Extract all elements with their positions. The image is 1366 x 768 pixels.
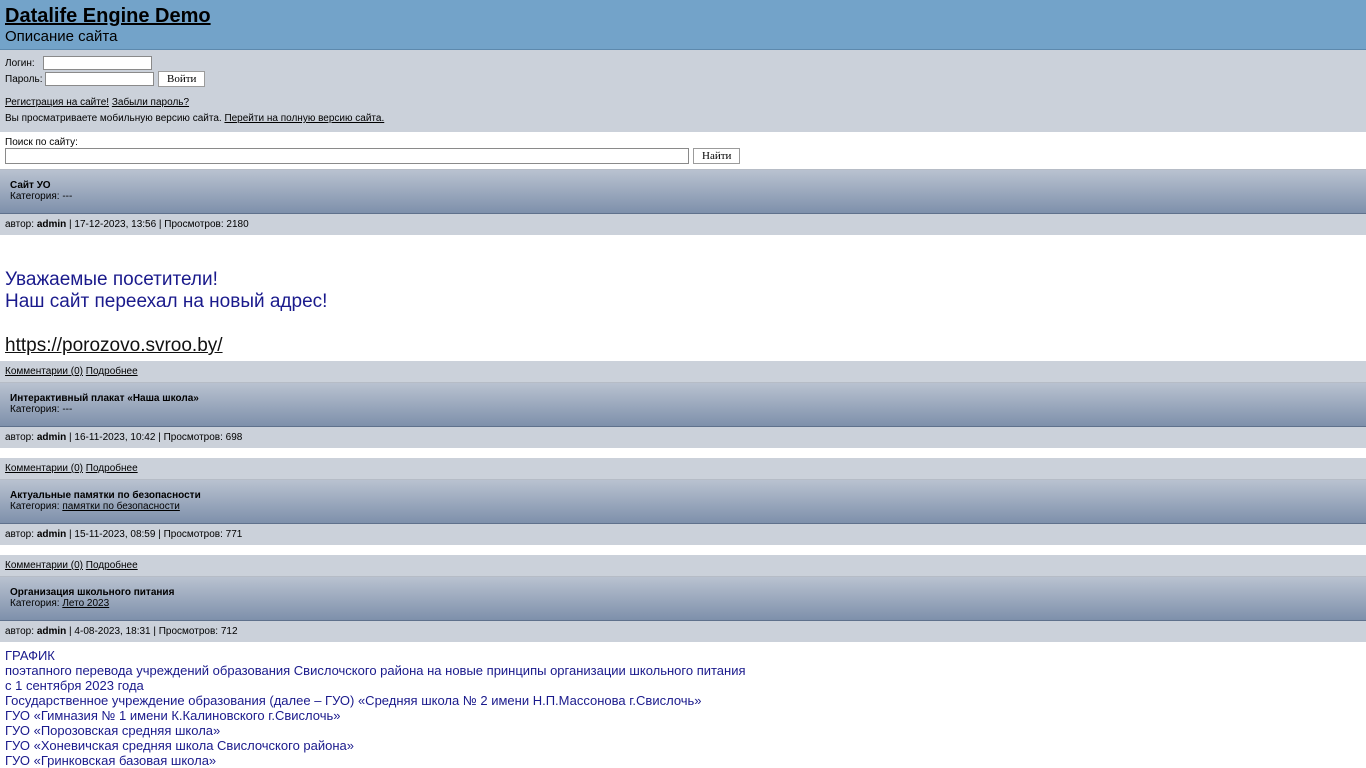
post-title: Организация школьного питания xyxy=(10,587,175,598)
search-button[interactable]: Найти xyxy=(693,148,741,164)
post-title-bar: Организация школьного питания Категория:… xyxy=(0,577,1366,621)
search-label: Поиск по сайту: xyxy=(5,137,78,148)
post-title-bar: Актуальные памятки по безопасности Катег… xyxy=(0,480,1366,524)
post-footer: Комментарии (0) Подробнее xyxy=(0,555,1366,577)
post-body-line: ГУО «Гимназия № 1 имени К.Калиновского г… xyxy=(5,708,341,723)
site-title-link[interactable]: Datalife Engine Demo xyxy=(5,4,211,28)
post-meta: автор: admin | 16-11-2023, 10:42 | Просм… xyxy=(0,427,1366,448)
post-category: Категория: --- xyxy=(10,192,1356,202)
category-value: --- xyxy=(62,191,73,202)
post-body-line: Наш сайт переехал на новый адрес! xyxy=(5,291,328,312)
mobile-version-note: Вы просматриваете мобильную версию сайта… xyxy=(5,110,1361,128)
forgot-password-link[interactable]: Забыли пароль? xyxy=(112,97,189,108)
post-title: Актуальные памятки по безопасности xyxy=(10,490,201,501)
post-body-line: с 1 сентября 2023 года xyxy=(5,678,144,693)
full-version-link[interactable]: Перейти на полную версию сайта. xyxy=(224,113,384,124)
comments-link[interactable]: Комментарии (0) xyxy=(5,463,83,474)
author-name: admin xyxy=(36,529,67,540)
post-body-line: Государственное учреждение образования (… xyxy=(5,693,702,708)
post-title: Сайт УО xyxy=(10,180,51,191)
post-body: Уважаемые посетители! Наш сайт переехал … xyxy=(0,235,1366,361)
category-prefix: Категория: xyxy=(10,501,60,512)
post-category: Категория: Лето 2023 xyxy=(10,599,1356,609)
post-body: ГРАФИК поэтапного перевода учреждений об… xyxy=(0,642,1366,768)
category-value: --- xyxy=(62,404,73,415)
more-link[interactable]: Подробнее xyxy=(86,560,138,571)
category-link[interactable]: Лето 2023 xyxy=(62,598,109,609)
date-views: | 4-08-2023, 18:31 | Просмотров: 712 xyxy=(69,626,238,637)
post-body-line: поэтапного перевода учреждений образован… xyxy=(5,663,746,678)
author-prefix: автор: xyxy=(5,219,35,230)
author-prefix: автор: xyxy=(5,529,35,540)
site-header: Datalife Engine Demo Описание сайта xyxy=(0,0,1366,50)
comments-link[interactable]: Комментарии (0) xyxy=(5,366,83,377)
post-body-line: ГУО «Хоневичская средняя школа Свислочск… xyxy=(5,738,355,753)
author-name: admin xyxy=(36,626,67,637)
post-category: Категория: памятки по безопасности xyxy=(10,502,1356,512)
post-title-bar: Интерактивный плакат «Наша школа» Катего… xyxy=(0,383,1366,427)
post: Сайт УО Категория: --- автор: admin | 17… xyxy=(0,170,1366,383)
post-body-line: Уважаемые посетители! xyxy=(5,269,218,290)
post-title: Интерактивный плакат «Наша школа» xyxy=(10,393,199,404)
register-link[interactable]: Регистрация на сайте! xyxy=(5,97,109,108)
post-body-line: ГРАФИК xyxy=(5,648,55,663)
login-submit-button[interactable]: Войти xyxy=(158,71,206,87)
post-body xyxy=(0,448,1366,458)
category-prefix: Категория: xyxy=(10,191,60,202)
post-category: Категория: --- xyxy=(10,405,1356,415)
search-input[interactable] xyxy=(5,148,689,164)
category-link[interactable]: памятки по безопасности xyxy=(62,501,180,512)
author-prefix: автор: xyxy=(5,626,35,637)
post-footer: Комментарии (0) Подробнее xyxy=(0,361,1366,383)
more-link[interactable]: Подробнее xyxy=(86,463,138,474)
author-name: admin xyxy=(36,219,67,230)
post-title-bar: Сайт УО Категория: --- xyxy=(0,170,1366,214)
login-input[interactable] xyxy=(43,56,152,70)
category-prefix: Категория: xyxy=(10,404,60,415)
post: Интерактивный плакат «Наша школа» Катего… xyxy=(0,383,1366,480)
more-link[interactable]: Подробнее xyxy=(86,366,138,377)
post-meta: автор: admin | 4-08-2023, 18:31 | Просмо… xyxy=(0,621,1366,642)
search-row: Найти xyxy=(5,148,1361,164)
post-footer: Комментарии (0) Подробнее xyxy=(0,458,1366,480)
post: Организация школьного питания Категория:… xyxy=(0,577,1366,768)
date-views: | 15-11-2023, 08:59 | Просмотров: 771 xyxy=(69,529,243,540)
post-meta: автор: admin | 17-12-2023, 13:56 | Просм… xyxy=(0,214,1366,235)
post-meta: автор: admin | 15-11-2023, 08:59 | Просм… xyxy=(0,524,1366,545)
login-panel: Логин: Пароль: Войти Регистрация на сайт… xyxy=(0,50,1366,132)
author-prefix: автор: xyxy=(5,432,35,443)
author-name: admin xyxy=(36,432,67,443)
password-row: Пароль: Войти xyxy=(5,71,1361,87)
date-views: | 16-11-2023, 10:42 | Просмотров: 698 xyxy=(69,432,243,443)
date-views: | 17-12-2023, 13:56 | Просмотров: 2180 xyxy=(69,219,249,230)
category-prefix: Категория: xyxy=(10,598,60,609)
password-input[interactable] xyxy=(45,72,154,86)
mobile-note-text: Вы просматриваете мобильную версию сайта… xyxy=(5,113,222,124)
login-row: Логин: xyxy=(5,55,1361,71)
login-label: Логин: xyxy=(5,57,35,69)
new-site-link[interactable]: https://porozovo.svroo.by/ xyxy=(5,335,223,356)
search-panel: Поиск по сайту: Найти xyxy=(0,132,1366,170)
password-label: Пароль: xyxy=(5,73,43,85)
post: Актуальные памятки по безопасности Катег… xyxy=(0,480,1366,577)
site-description: Описание сайта xyxy=(5,28,118,45)
post-body xyxy=(0,545,1366,555)
post-body-line: ГУО «Гринковская базовая школа» xyxy=(5,753,217,768)
post-body-line: ГУО «Порозовская средняя школа» xyxy=(5,723,221,738)
comments-link[interactable]: Комментарии (0) xyxy=(5,560,83,571)
login-links: Регистрация на сайте! Забыли пароль? xyxy=(5,96,1361,110)
